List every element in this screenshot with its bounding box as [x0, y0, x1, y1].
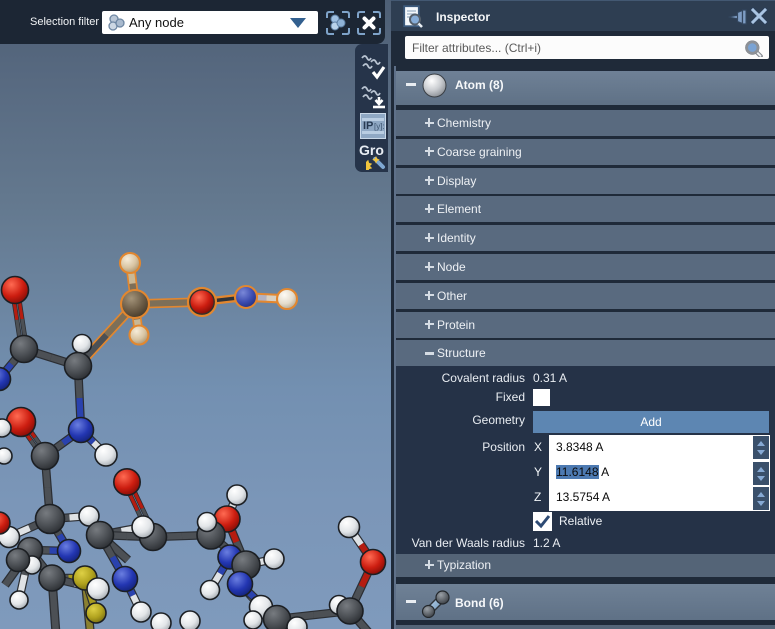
svg-text:IP: IP — [363, 120, 373, 132]
svg-text:Gro: Gro — [359, 142, 384, 158]
svg-text:[y]:: [y]: — [374, 122, 385, 131]
